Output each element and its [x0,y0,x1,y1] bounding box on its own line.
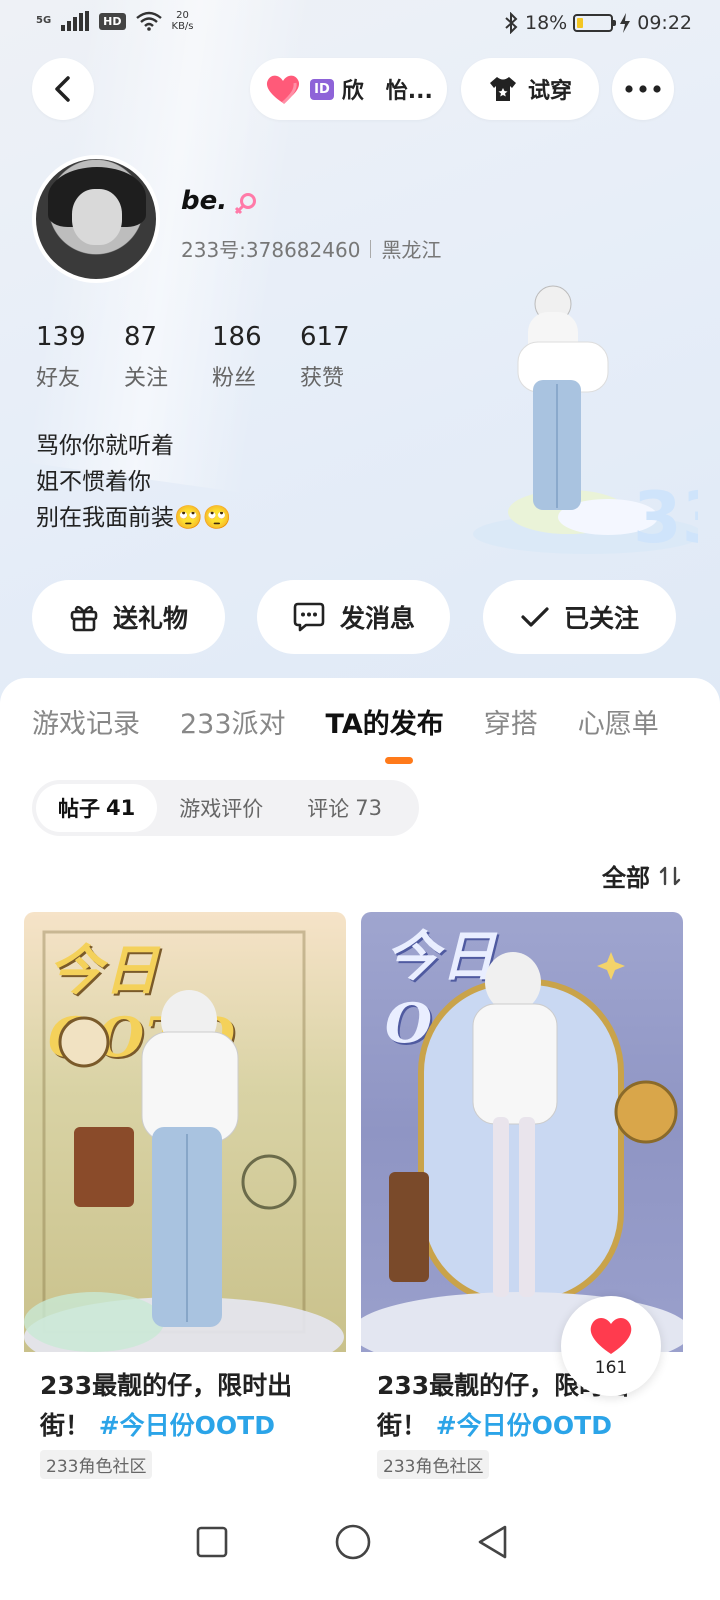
followed-button[interactable]: 已关注 [483,580,676,654]
bio-line: 骂你你就听着 [36,433,174,459]
post-image: 今日OOTD [361,912,683,1352]
subtab-posts[interactable]: 帖子 41 [36,784,158,832]
outfit-illustration [361,952,683,1352]
hashtag-link[interactable]: #今日份OOTD [436,1411,612,1440]
post-image: 今日OOTD [24,912,346,1352]
subtab-game-reviews[interactable]: 游戏评价 [157,784,285,832]
more-button[interactable] [612,58,674,120]
chevron-left-icon [55,76,70,102]
circle-icon [335,1524,371,1560]
stat-fans[interactable]: 186 粉丝 [212,322,300,392]
followed-label: 已关注 [563,604,639,633]
heart-icon [267,75,300,105]
stat-following[interactable]: 87 关注 [124,322,212,392]
hd-badge: HD [99,12,126,30]
cp-name-text: 欣 怡... [341,79,433,104]
community-tag[interactable]: 233角色社区 [377,1450,490,1479]
send-message-label: 发消息 [339,604,415,633]
back-nav-button[interactable] [463,1512,523,1572]
subtab-comments[interactable]: 评论 73 [285,784,404,832]
post-type-switch: 帖子 41 游戏评价 评论 73 [32,780,419,836]
post-title: 233最靓的仔，限时出街！ #今日份OOTD [40,1371,293,1440]
home-button[interactable] [323,1512,383,1572]
sort-icon [659,866,681,885]
stat-likes[interactable]: 617 获赞 [300,322,388,392]
send-message-button[interactable]: 发消息 [257,580,450,654]
triangle-back-icon [478,1525,507,1559]
female-icon [234,193,256,215]
like-button[interactable]: 161 [561,1296,661,1396]
tab-outfits[interactable]: 穿搭 [484,702,538,741]
bluetooth-icon [505,12,518,34]
clock: 09:22 [637,12,692,34]
stat-friends[interactable]: 139 好友 [36,322,124,392]
location: 黑龙江 [381,238,442,262]
tab-posts[interactable]: TA的发布 [326,702,444,741]
cp-name-chip[interactable]: ID 欣 怡... [250,58,447,120]
gift-icon [70,605,98,632]
heart-icon [590,1318,632,1354]
avatar[interactable] [32,155,160,283]
back-button[interactable] [32,58,94,120]
divider [370,239,372,258]
outfit-illustration [24,930,344,1352]
recent-apps-button[interactable] [182,1512,242,1572]
account-info: 233号:378682460 黑龙江 [181,234,441,263]
more-dots-icon [625,85,661,93]
account-id[interactable]: 233号:378682460 [181,234,360,263]
tab-wishlist[interactable]: 心愿单 [578,702,659,741]
username: be. [181,186,228,216]
signal-icon [61,11,90,31]
wifi-icon [135,11,162,31]
avatar-3d-figure: 33 [473,285,698,559]
send-gift-button[interactable]: 送礼物 [32,580,225,654]
active-tab-indicator [385,757,413,764]
svg-text:33: 33 [633,477,698,559]
battery-percent: 18% [525,12,568,34]
post-card[interactable]: 今日OOTD 233最靓的仔，限时出街！ #今日份OOTD 233角色社区 [361,912,683,1492]
sort-label: 全部 [602,864,650,892]
chat-bubble-icon [293,602,325,632]
like-count: 161 [594,1358,628,1378]
battery-icon [573,14,617,32]
checkmark-icon [521,607,549,627]
bio: 骂你你就听着 姐不惯着你 别在我面前装🙄🙄 [36,428,231,536]
tshirt-icon [489,77,516,101]
sort-dropdown[interactable]: 全部 [602,858,682,893]
profile-tabs: 游戏记录 233派对 TA的发布 穿搭 心愿单 [32,702,659,741]
tab-game-records[interactable]: 游戏记录 [32,702,140,741]
id-badge: ID [310,78,334,100]
bio-line: 姐不惯着你 [36,469,151,495]
bio-line: 别在我面前装🙄🙄 [36,505,232,531]
post-card[interactable]: 今日OOTD 233最靓的仔，限时出街！ #今日份OOTD 233角色社区 [24,912,346,1492]
status-bar: 5G HD 20 KB/s 18% 09:22 [0,0,720,48]
send-gift-label: 送礼物 [112,604,188,633]
network-speed: 20 KB/s [171,10,194,32]
hashtag-link[interactable]: #今日份OOTD [99,1411,275,1440]
try-on-label: 试穿 [527,79,572,104]
system-navigation-bar [0,1490,720,1600]
tab-233-party[interactable]: 233派对 [180,702,286,741]
try-on-button[interactable]: 试穿 [461,58,599,120]
profile-stats: 139 好友 87 关注 186 粉丝 617 获赞 [36,322,388,392]
square-icon [196,1526,228,1558]
network-type: 5G [36,15,52,26]
community-tag[interactable]: 233角色社区 [40,1450,153,1479]
charging-icon [620,13,631,33]
